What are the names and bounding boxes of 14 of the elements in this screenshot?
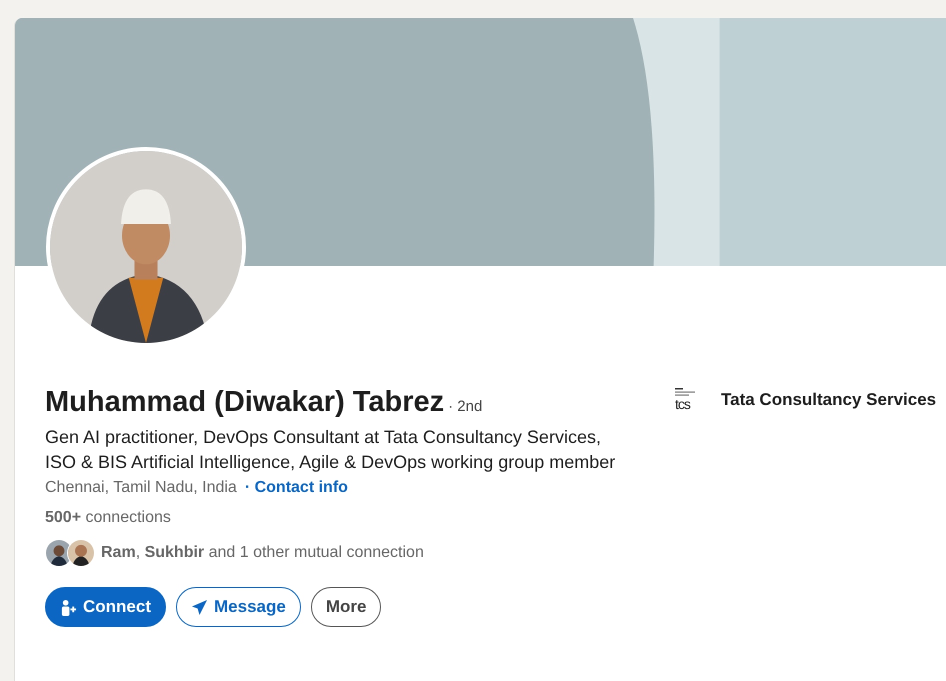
action-button[interactable]: Message	[176, 587, 301, 627]
connection-degree: · 2nd	[448, 398, 482, 415]
mutual-connections[interactable]: Ram, Sukhbir and 1 other mutual connection	[101, 544, 424, 562]
company-name[interactable]: Tata Consultancy Services	[721, 390, 936, 410]
action-button[interactable]: More	[310, 587, 382, 627]
send-icon	[191, 598, 208, 616]
connections-count[interactable]: 500+ connections	[45, 509, 171, 527]
contact-info-link[interactable]: · Contact info	[244, 479, 348, 497]
action-button[interactable]: Connect	[45, 587, 166, 627]
company-logo: tcs	[675, 388, 705, 411]
add-person-icon	[60, 598, 77, 616]
profile-headline: Gen AI practitioner, DevOps Consultant at Tata Consultancy Services, ISO & BIS Artificial Intelligence, Agile & DevOps working group member	[45, 426, 616, 474]
location: Chennai, Tamil Nadu, India	[45, 479, 237, 497]
profile-name: Muhammad (Diwakar) Tabrez	[45, 386, 444, 419]
